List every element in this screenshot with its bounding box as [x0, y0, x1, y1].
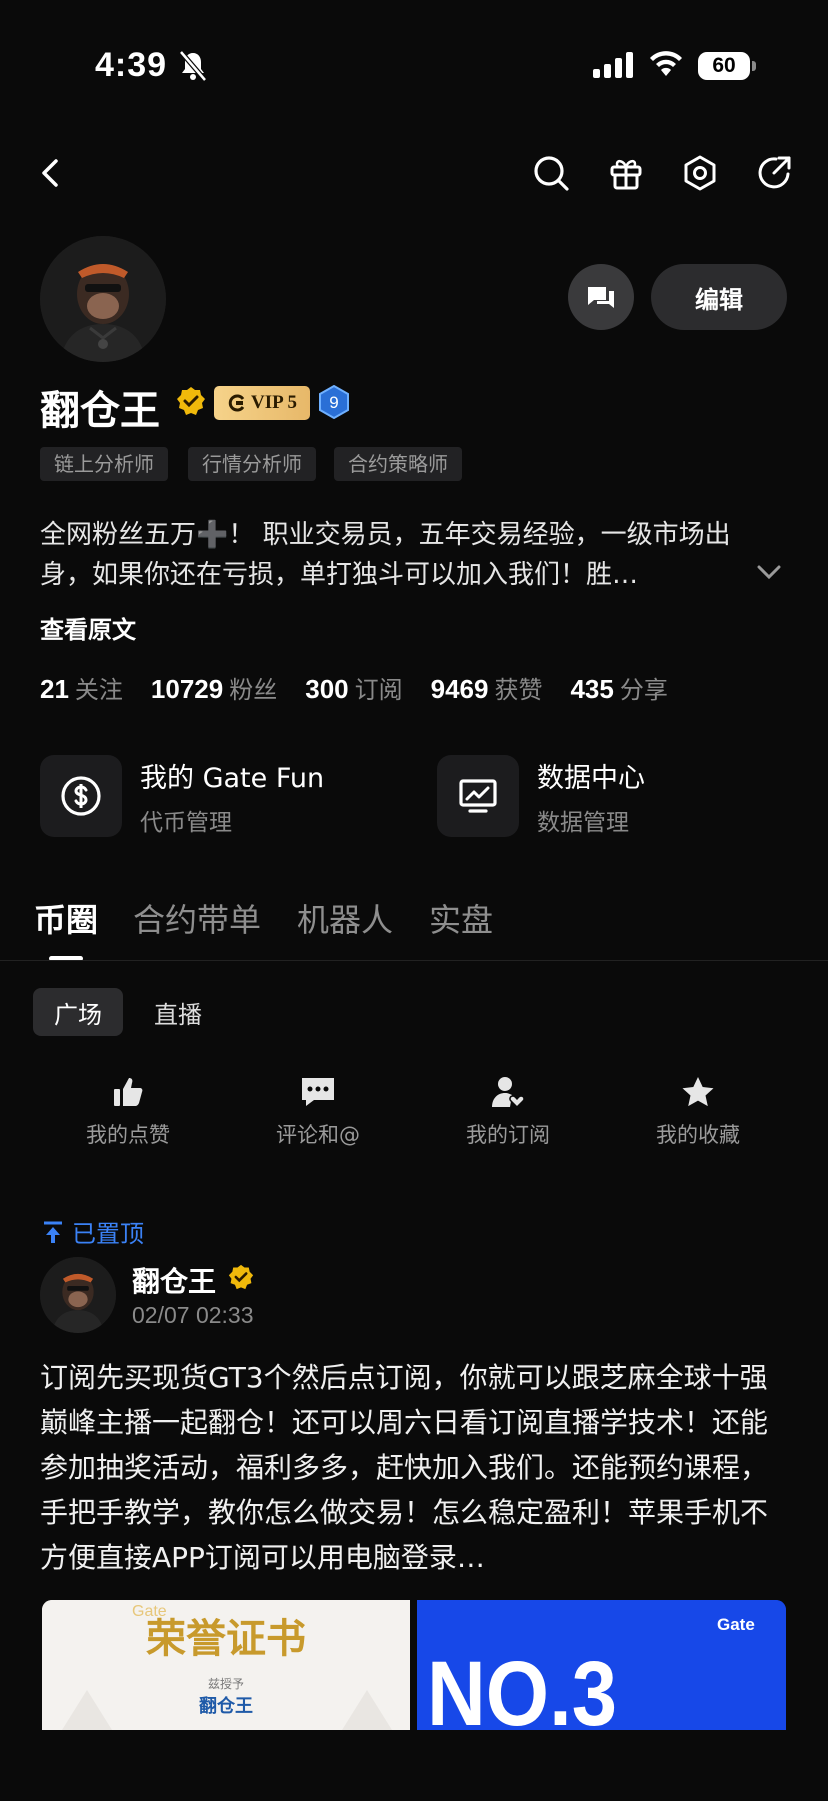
profile-bio: 全网粉丝五万➕！ 职业交易员，五年交易经验，一级市场出身，如果你还在亏损，单打独…	[40, 520, 731, 590]
view-original-link[interactable]: 查看原文	[40, 610, 136, 645]
post-author-name[interactable]: 翻仓王	[132, 1260, 216, 1300]
subtab-live[interactable]: 直播	[154, 988, 202, 1036]
avatar[interactable]	[40, 236, 166, 362]
chevron-down-icon	[757, 565, 781, 580]
gift-button[interactable]	[604, 151, 648, 195]
vip-label: VIP 5	[251, 392, 297, 413]
post-body[interactable]: 订阅先买现货GT3个然后点订阅，你就可以跟芝麻全球十强巅峰主播一起翻仓！还可以周…	[40, 1355, 792, 1580]
dollar-icon	[40, 755, 122, 837]
tag-onchain-analyst: 链上分析师	[40, 447, 168, 481]
stat-likes-count: 9469	[430, 674, 489, 704]
gift-icon	[610, 159, 642, 190]
gate-logo-icon	[228, 394, 245, 412]
back-button[interactable]	[28, 151, 72, 195]
post-image-ranking[interactable]: Gate NO.3	[417, 1600, 786, 1730]
ranking-text: NO.3	[427, 1643, 617, 1730]
comment-icon	[302, 1078, 334, 1106]
profile-name: 翻仓王	[40, 388, 160, 434]
comments-mentions-label: 评论和@	[276, 1123, 360, 1147]
level-number: 9	[329, 393, 338, 412]
subtab-square[interactable]: 广场	[33, 988, 123, 1036]
stat-likes-label: 获赞	[494, 676, 543, 704]
stat-subscriptions-count: 300	[305, 674, 349, 704]
stat-shares-label: 分享	[619, 676, 668, 704]
gate-fun-subtitle: 代币管理	[140, 809, 232, 836]
chat-bubble-icon	[588, 287, 614, 308]
ape-avatar-image	[40, 1257, 116, 1333]
verified-badge-icon	[176, 386, 206, 420]
post-avatar[interactable]	[40, 1257, 116, 1333]
stat-following-label: 关注	[74, 676, 123, 704]
tag-contract-strategist: 合约策略师	[334, 447, 462, 481]
cellular-signal-icon	[593, 52, 633, 82]
my-subscriptions-label: 我的订阅	[466, 1123, 550, 1147]
level-badge: 9	[318, 384, 350, 423]
profile-stats: 21 关注 10729 粉丝 300 订阅 9469 获赞 435 分享	[40, 670, 668, 705]
wifi-icon	[648, 48, 684, 82]
share-button[interactable]	[752, 151, 796, 195]
battery-indicator: 60	[698, 52, 750, 80]
my-favorites-button[interactable]: 我的收藏	[618, 1075, 778, 1149]
stat-followers-count: 10729	[150, 674, 224, 704]
settings-button[interactable]	[678, 151, 722, 195]
tab-bots[interactable]: 机器人	[297, 895, 393, 941]
battery-tip	[752, 61, 756, 71]
certificate-awarded-to: 兹授予	[208, 1676, 244, 1691]
share-icon	[758, 156, 791, 189]
gate-fun-title: 我的 Gate Fun	[140, 762, 325, 794]
tab-copy-trading[interactable]: 合约带单	[133, 895, 261, 941]
my-subscriptions-button[interactable]: 我的订阅	[428, 1075, 588, 1149]
edit-profile-button[interactable]: 编辑	[651, 264, 787, 330]
star-icon	[682, 1077, 714, 1107]
message-button[interactable]	[568, 264, 634, 330]
post-image-certificate[interactable]: Gate 荣誉证书 兹授予 翻仓王	[42, 1600, 410, 1730]
certificate-recipient: 翻仓王	[199, 1695, 253, 1717]
stat-subscriptions[interactable]: 300 订阅	[305, 670, 402, 705]
tag-market-analyst: 行情分析师	[188, 447, 316, 481]
verified-badge-icon	[228, 1264, 254, 1294]
ape-avatar-image	[40, 236, 166, 362]
stat-following-count: 21	[40, 674, 69, 704]
tab-live-account[interactable]: 实盘	[429, 895, 493, 941]
stat-subscriptions-label: 订阅	[354, 676, 403, 704]
data-center-subtitle: 数据管理	[537, 809, 629, 836]
search-button[interactable]	[529, 151, 573, 195]
certificate-title: 荣誉证书	[146, 1616, 306, 1662]
data-center-card[interactable]: 数据中心 数据管理	[437, 755, 645, 837]
tab-coin-circle[interactable]: 币圈	[34, 895, 98, 941]
stat-shares-count: 435	[570, 674, 614, 704]
chevron-left-icon	[42, 159, 58, 187]
subscribe-icon	[492, 1077, 525, 1109]
settings-icon	[684, 155, 716, 191]
gate-fun-card[interactable]: 我的 Gate Fun 代币管理	[40, 755, 324, 837]
post-timestamp: 02/07 02:33	[132, 1302, 254, 1328]
stat-shares[interactable]: 435 分享	[570, 670, 667, 705]
pinned-indicator: 已置顶	[42, 1214, 144, 1249]
thumbs-up-icon	[114, 1078, 143, 1106]
pinned-label: 已置顶	[72, 1220, 144, 1248]
gate-brand-text: Gate	[717, 1615, 755, 1634]
vip-badge: VIP 5	[214, 386, 310, 420]
search-icon	[534, 156, 569, 191]
data-center-title: 数据中心	[537, 762, 645, 794]
tab-divider	[0, 960, 828, 961]
my-likes-button[interactable]: 我的点赞	[48, 1075, 208, 1149]
status-time: 4:39	[95, 46, 168, 84]
comments-mentions-button[interactable]: 评论和@	[238, 1075, 398, 1149]
expand-bio-button[interactable]	[756, 564, 782, 584]
stat-followers[interactable]: 10729 粉丝	[151, 670, 277, 705]
pin-top-icon	[44, 1221, 62, 1243]
stat-followers-label: 粉丝	[229, 676, 278, 704]
mute-bell-icon	[178, 50, 208, 86]
chart-monitor-icon	[437, 755, 519, 837]
stat-likes[interactable]: 9469 获赞	[431, 670, 543, 705]
stat-following[interactable]: 21 关注	[40, 670, 123, 705]
my-likes-label: 我的点赞	[86, 1123, 170, 1147]
my-favorites-label: 我的收藏	[656, 1123, 740, 1147]
